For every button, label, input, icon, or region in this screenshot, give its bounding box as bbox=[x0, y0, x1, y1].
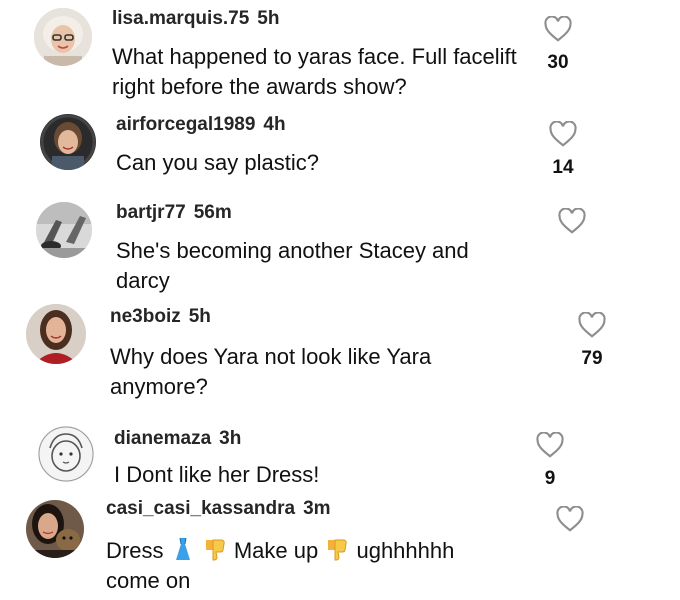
avatar[interactable] bbox=[26, 304, 86, 364]
like-control: 9 bbox=[520, 432, 580, 490]
comment-text-part: come on bbox=[106, 568, 191, 593]
timestamp: 3h bbox=[219, 428, 242, 449]
comment-text: Why does Yara not look like Yara anymore… bbox=[110, 344, 432, 399]
heart-icon[interactable] bbox=[548, 121, 578, 147]
like-count: 79 bbox=[581, 348, 603, 369]
dress-emoji-icon bbox=[175, 537, 190, 560]
thumbs-down-icon bbox=[328, 539, 348, 561]
avatar[interactable] bbox=[38, 426, 94, 482]
comment-meta: casi_casi_kassandra 3m bbox=[106, 498, 331, 520]
timestamp: 5h bbox=[188, 306, 211, 327]
thumbs-down-icon bbox=[205, 539, 225, 561]
heart-icon[interactable] bbox=[555, 506, 585, 532]
username-link[interactable]: airforcegal1989 bbox=[116, 114, 255, 135]
like-control: 79 bbox=[562, 312, 622, 370]
like-control bbox=[540, 506, 600, 542]
timestamp: 5h bbox=[257, 8, 280, 29]
comment-text-part: Make up bbox=[233, 538, 319, 563]
comment-meta: bartjr77 56m bbox=[116, 202, 232, 224]
comment-meta: ne3boiz 5h bbox=[110, 306, 211, 328]
username-link[interactable]: dianemaza bbox=[114, 428, 211, 449]
username-link[interactable]: casi_casi_kassandra bbox=[106, 498, 295, 519]
comment-meta: lisa.marquis.75 5h bbox=[112, 8, 279, 30]
heart-icon[interactable] bbox=[535, 432, 565, 458]
username-link[interactable]: lisa.marquis.75 bbox=[112, 8, 249, 29]
comment-meta: airforcegal1989 4h bbox=[116, 114, 286, 136]
timestamp: 4h bbox=[263, 114, 286, 135]
timestamp: 56m bbox=[193, 202, 232, 223]
like-count: 30 bbox=[547, 52, 569, 73]
comment-text-part: Dress bbox=[106, 538, 164, 563]
heart-icon[interactable] bbox=[543, 16, 573, 42]
avatar[interactable] bbox=[34, 8, 92, 66]
comment-text: Can you say plastic? bbox=[116, 150, 319, 175]
like-control: 30 bbox=[528, 16, 588, 74]
avatar[interactable] bbox=[36, 202, 92, 258]
heart-icon[interactable] bbox=[557, 208, 587, 234]
comment-meta: dianemaza 3h bbox=[114, 428, 241, 450]
comment-text: Dress Make up ughhhhhh come on bbox=[106, 536, 526, 596]
comment-text: I Dont like her Dress! bbox=[114, 462, 320, 487]
like-control bbox=[542, 208, 602, 244]
avatar[interactable] bbox=[40, 114, 96, 170]
comment-text-part: ughhhhhh bbox=[356, 538, 455, 563]
username-link[interactable]: ne3boiz bbox=[110, 306, 181, 327]
comment-text: She's becoming another Stacey and darcy bbox=[116, 238, 469, 293]
avatar[interactable] bbox=[26, 500, 84, 558]
username-link[interactable]: bartjr77 bbox=[116, 202, 186, 223]
timestamp: 3m bbox=[303, 498, 331, 519]
heart-icon[interactable] bbox=[577, 312, 607, 338]
like-count: 9 bbox=[544, 468, 556, 489]
like-count: 14 bbox=[552, 157, 574, 178]
like-control: 14 bbox=[533, 121, 593, 179]
comment-text: What happened to yaras face. Full faceli… bbox=[112, 44, 517, 99]
